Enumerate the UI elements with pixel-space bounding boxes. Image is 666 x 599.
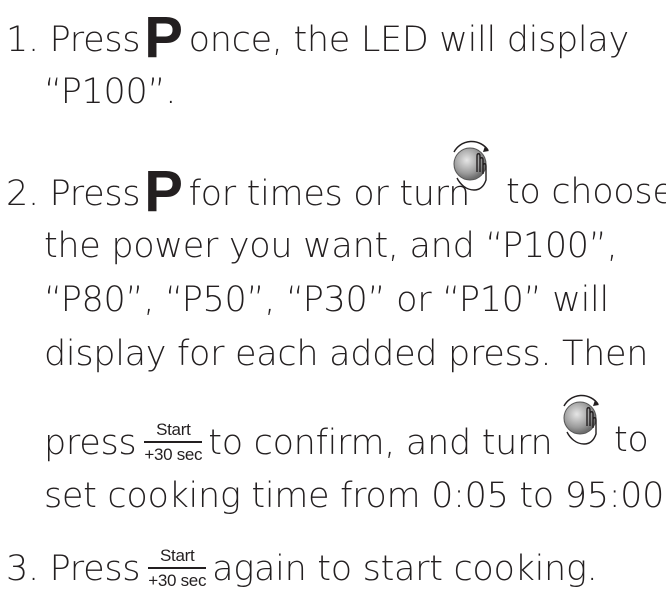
step2-prefix: 2. Press <box>6 174 141 214</box>
step2-line3: “P80”, “P50”, “P30” or “P10” will <box>44 280 609 320</box>
step3-suffix: again to start cooking. <box>212 549 598 589</box>
step3-prefix: 3. Press <box>6 549 141 589</box>
start-button-icon: Start +30 sec <box>148 546 206 590</box>
step1-line2: “P100”. <box>44 72 177 112</box>
step2-line5: press Start +30 sec to confirm, and turn <box>44 420 553 464</box>
start-button-label: Start <box>156 420 191 439</box>
step3-line1: 3. Press Start +30 sec again to start cooki… <box>6 546 598 590</box>
step2-line6: set cooking time from 0:05 to 95:00. <box>44 476 666 516</box>
dial-knob-icon <box>448 140 496 196</box>
step2-line4: display for each added press. Then <box>44 334 649 374</box>
power-key-icon: P <box>144 159 183 224</box>
step2-mid: for times or turn <box>188 174 471 214</box>
step2-suffix: to choose <box>506 172 666 212</box>
start-button-sublabel: +30 sec <box>144 445 203 464</box>
start-button-divider <box>144 441 203 443</box>
step1-line1: 1. PressP once, the LED will display <box>6 5 630 70</box>
start-button-label: Start <box>159 546 195 565</box>
start-button-icon: Start +30 sec <box>144 420 203 464</box>
step1-prefix: 1. Press <box>6 20 141 60</box>
start-button-sublabel: +30 sec <box>148 571 207 590</box>
step1-suffix: once, the LED will display <box>188 20 630 60</box>
step2-line1: 2. PressP for times or turn <box>6 159 471 224</box>
start-button-divider <box>148 567 207 569</box>
step2-line2: the power you want, and “P100”, <box>44 226 618 266</box>
power-key-icon: P <box>144 5 183 70</box>
step2-line5-prefix: press <box>44 423 137 463</box>
dial-knob-icon <box>558 394 606 450</box>
step2-line5-suffix: to <box>614 420 649 460</box>
instruction-page: { "step1": { "prefix": "1. Press", "key"… <box>0 0 666 599</box>
step2-line5-mid: to confirm, and turn <box>208 423 553 463</box>
